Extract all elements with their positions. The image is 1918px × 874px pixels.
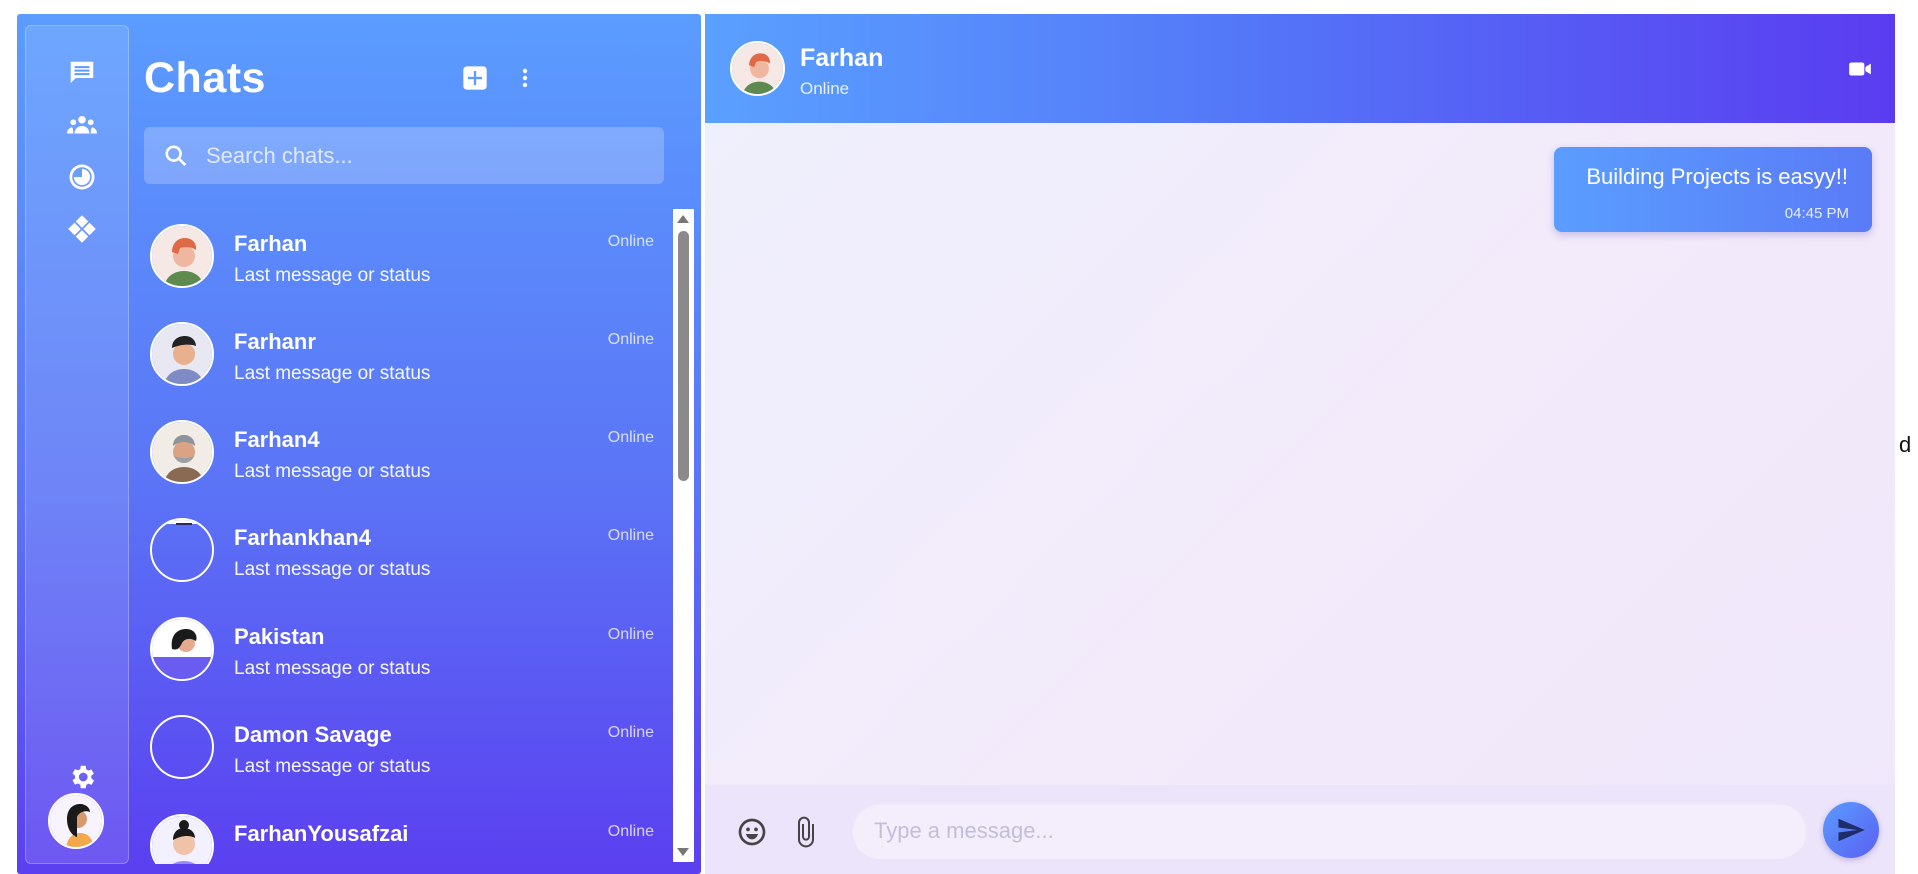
scroll-down-icon[interactable] (677, 848, 689, 856)
video-call-icon[interactable] (1845, 54, 1875, 84)
panel-title: Chats (144, 54, 266, 102)
chat-status: Online (607, 527, 654, 544)
contact-name: Farhan (800, 44, 884, 72)
avatar (150, 518, 214, 582)
chat-status: Online (607, 429, 654, 446)
chat-name: Farhan4 (234, 427, 320, 452)
contact-status: Online (800, 79, 850, 98)
chat-status: Online (607, 233, 654, 250)
message-time: 04:45 PM (1784, 205, 1849, 222)
composer-bar (705, 785, 1895, 874)
chat-list-item[interactable]: Farhanr Last message or status Online (144, 307, 664, 405)
send-button[interactable] (1823, 802, 1879, 858)
chat-status: Online (607, 724, 654, 741)
gear-icon[interactable] (66, 761, 98, 793)
chat-name: Farhan (234, 231, 308, 256)
chat-list-item[interactable]: Farhan4 Last message or status Online (144, 405, 664, 503)
more-options-icon[interactable] (507, 60, 543, 96)
chat-list-item[interactable]: Pakistan Last message or status Online (144, 602, 664, 700)
avatar (150, 617, 214, 681)
conversation-panel: Farhan Online Building Projects is easyy… (705, 14, 1895, 874)
chat-name: Farhanr (234, 329, 316, 354)
avatar (150, 420, 214, 484)
chat-name: FarhanYousafzai (234, 821, 409, 846)
chat-status: Online (607, 823, 654, 840)
chat-list-item[interactable]: Damon Savage Last message or status Onli… (144, 700, 664, 798)
chats-panel: Chats Farhan Last message or status Onli… (17, 14, 701, 874)
profile-avatar[interactable] (48, 793, 104, 849)
chat-list-item[interactable]: Farhan Last message or status Online (144, 209, 664, 307)
chat-icon[interactable] (66, 57, 98, 89)
scroll-up-icon[interactable] (677, 215, 689, 223)
emoji-icon[interactable] (735, 815, 769, 849)
new-chat-button[interactable] (457, 60, 493, 96)
chat-last-message: Last message or status (234, 461, 431, 482)
chat-last-message: Last message or status (234, 265, 431, 286)
avatar[interactable] (730, 41, 785, 96)
scroll-thumb[interactable] (678, 231, 689, 481)
status-icon[interactable] (66, 161, 98, 193)
search-box (144, 127, 664, 184)
diamond-icon[interactable] (66, 213, 98, 245)
send-icon (1838, 818, 1865, 842)
search-input[interactable] (206, 127, 646, 184)
avatar (150, 224, 214, 288)
conversation-header: Farhan Online (705, 14, 1895, 123)
avatar (150, 814, 214, 864)
chat-list: Farhan Last message or status Online Far… (144, 209, 664, 864)
groups-icon[interactable] (66, 110, 98, 142)
chat-list-scrollbar[interactable] (673, 209, 694, 862)
chat-list-item[interactable]: FarhanYousafzai Online (144, 799, 664, 864)
chat-list-item[interactable]: Farhankhan4 Last message or status Onlin… (144, 503, 664, 601)
chat-last-message: Last message or status (234, 559, 431, 580)
chat-status: Online (607, 626, 654, 643)
chat-last-message: Last message or status (234, 658, 431, 679)
chat-name: Pakistan (234, 624, 325, 649)
chat-name: Farhankhan4 (234, 525, 371, 550)
avatar (150, 715, 214, 779)
nav-rail (25, 25, 129, 864)
avatar (150, 322, 214, 386)
stray-text: d (1899, 432, 1912, 457)
search-icon (165, 145, 187, 167)
message-input[interactable] (852, 803, 1807, 859)
message-bubble-outgoing: Building Projects is easyy!! 04:45 PM (1554, 147, 1872, 232)
chat-name: Damon Savage (234, 722, 392, 747)
attachment-icon[interactable] (789, 815, 823, 849)
chat-status: Online (607, 331, 654, 348)
chat-last-message: Last message or status (234, 363, 431, 384)
chat-last-message: Last message or status (234, 756, 431, 777)
message-text: Building Projects is easyy!! (1586, 164, 1848, 189)
